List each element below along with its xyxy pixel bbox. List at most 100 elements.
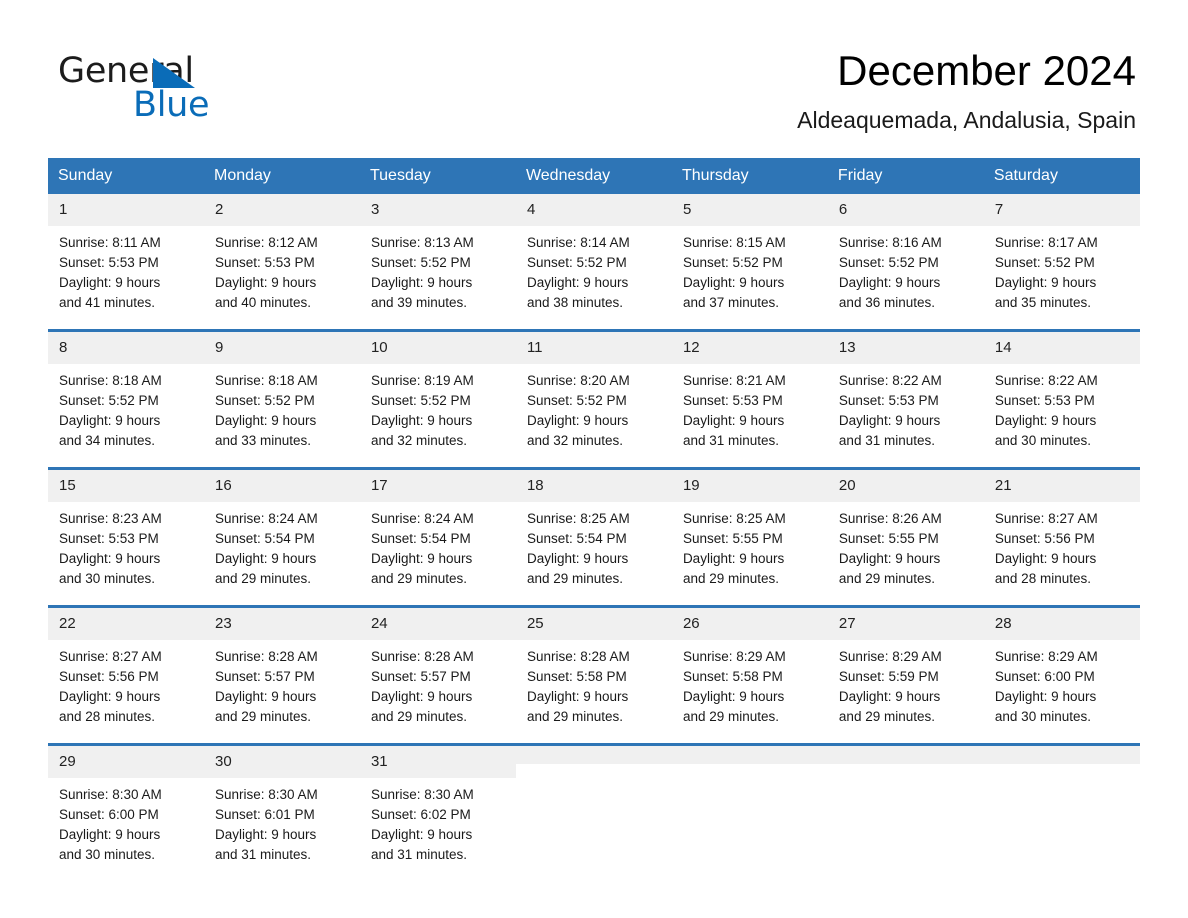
sunset-text: Sunset: 5:52 PM (214, 393, 315, 408)
calendar-grid: Sunday Monday Tuesday Wednesday Thursday… (48, 158, 1140, 881)
daylight-text-line2: and 30 minutes. (994, 709, 1091, 724)
sunrise-text: Sunrise: 8:29 AM (682, 649, 786, 664)
day-cell[interactable]: 23 Sunrise: 8:28 AM Sunset: 5:57 PM Dayl… (203, 605, 360, 745)
sunrise-text: Sunrise: 8:19 AM (370, 373, 474, 388)
day-cell[interactable]: 21 Sunrise: 8:27 AM Sunset: 5:56 PM Dayl… (983, 467, 1140, 607)
day-number: 14 (983, 332, 1140, 364)
sunrise-text: Sunrise: 8:26 AM (838, 511, 942, 526)
day-number: 23 (203, 608, 360, 640)
sunrise-text: Sunrise: 8:30 AM (214, 787, 318, 802)
sunset-text: Sunset: 5:52 PM (838, 255, 939, 270)
sunrise-text: Sunrise: 8:16 AM (838, 235, 942, 250)
daylight-text-line1: Daylight: 9 hours (994, 689, 1097, 704)
day-number: 31 (359, 746, 516, 778)
daylight-text-line2: and 29 minutes. (682, 571, 779, 586)
day-cell[interactable]: 19 Sunrise: 8:25 AM Sunset: 5:55 PM Dayl… (671, 467, 828, 607)
day-cell[interactable]: 14 Sunrise: 8:22 AM Sunset: 5:53 PM Dayl… (983, 329, 1140, 469)
sunset-text: Sunset: 5:53 PM (59, 255, 159, 270)
day-cell[interactable]: 20 Sunrise: 8:26 AM Sunset: 5:55 PM Dayl… (827, 467, 984, 607)
day-number: 11 (515, 332, 672, 364)
calendar-table: Sunday Monday Tuesday Wednesday Thursday… (48, 158, 1140, 881)
daylight-text-line1: Daylight: 9 hours (994, 275, 1097, 290)
day-cell[interactable]: 6 Sunrise: 8:16 AM Sunset: 5:52 PM Dayli… (827, 194, 984, 331)
sunset-text: Sunset: 5:54 PM (526, 531, 627, 546)
day-cell[interactable]: 30 Sunrise: 8:30 AM Sunset: 6:01 PM Dayl… (203, 743, 360, 881)
day-info: Sunrise: 8:28 AM Sunset: 5:57 PM Dayligh… (360, 640, 516, 743)
week-row: 8 Sunrise: 8:18 AM Sunset: 5:52 PM Dayli… (48, 329, 1140, 469)
day-cell[interactable]: 18 Sunrise: 8:25 AM Sunset: 5:54 PM Dayl… (515, 467, 672, 607)
day-cell[interactable]: 26 Sunrise: 8:29 AM Sunset: 5:58 PM Dayl… (671, 605, 828, 745)
sunset-text: Sunset: 5:57 PM (370, 669, 471, 684)
daylight-text-line2: and 28 minutes. (994, 571, 1091, 586)
sunrise-text: Sunrise: 8:27 AM (59, 649, 162, 664)
week-row: 1 Sunrise: 8:11 AM Sunset: 5:53 PM Dayli… (48, 194, 1140, 331)
sunrise-text: Sunrise: 8:14 AM (526, 235, 630, 250)
sunrise-text: Sunrise: 8:15 AM (682, 235, 786, 250)
day-cell[interactable]: 16 Sunrise: 8:24 AM Sunset: 5:54 PM Dayl… (203, 467, 360, 607)
day-number: 30 (203, 746, 360, 778)
day-number (515, 746, 672, 764)
day-cell[interactable]: 13 Sunrise: 8:22 AM Sunset: 5:53 PM Dayl… (827, 329, 984, 469)
day-cell[interactable]: 29 Sunrise: 8:30 AM Sunset: 6:00 PM Dayl… (48, 743, 204, 881)
daylight-text-line2: and 38 minutes. (526, 295, 624, 310)
day-cell[interactable]: 11 Sunrise: 8:20 AM Sunset: 5:52 PM Dayl… (515, 329, 672, 469)
day-cell[interactable]: 25 Sunrise: 8:28 AM Sunset: 5:58 PM Dayl… (515, 605, 672, 745)
title-block: December 2024 Aldeaquemada, Andalusia, S… (797, 46, 1136, 134)
day-info: Sunrise: 8:27 AM Sunset: 5:56 PM Dayligh… (984, 502, 1140, 605)
weekday-header-tuesday: Tuesday (359, 158, 516, 194)
sunset-text: Sunset: 5:53 PM (994, 393, 1095, 408)
day-cell[interactable]: 22 Sunrise: 8:27 AM Sunset: 5:56 PM Dayl… (48, 605, 204, 745)
day-number: 17 (359, 470, 516, 502)
day-cell[interactable]: 3 Sunrise: 8:13 AM Sunset: 5:52 PM Dayli… (359, 194, 516, 331)
day-number: 15 (48, 470, 204, 502)
sunset-text: Sunset: 5:52 PM (526, 393, 627, 408)
day-cell[interactable]: 31 Sunrise: 8:30 AM Sunset: 6:02 PM Dayl… (359, 743, 516, 881)
sunset-text: Sunset: 6:01 PM (214, 807, 315, 822)
day-cell[interactable]: 15 Sunrise: 8:23 AM Sunset: 5:53 PM Dayl… (48, 467, 204, 607)
day-number: 26 (671, 608, 828, 640)
day-number: 6 (827, 194, 984, 226)
sunrise-text: Sunrise: 8:27 AM (994, 511, 1098, 526)
daylight-text-line1: Daylight: 9 hours (370, 827, 473, 842)
day-cell[interactable]: 17 Sunrise: 8:24 AM Sunset: 5:54 PM Dayl… (359, 467, 516, 607)
day-info: Sunrise: 8:27 AM Sunset: 5:56 PM Dayligh… (48, 640, 204, 743)
day-cell[interactable]: 4 Sunrise: 8:14 AM Sunset: 5:52 PM Dayli… (515, 194, 672, 331)
day-info: Sunrise: 8:25 AM Sunset: 5:55 PM Dayligh… (672, 502, 828, 605)
daylight-text-line1: Daylight: 9 hours (59, 551, 161, 566)
day-number: 9 (203, 332, 360, 364)
daylight-text-line2: and 29 minutes. (838, 571, 935, 586)
day-cell[interactable]: 2 Sunrise: 8:12 AM Sunset: 5:53 PM Dayli… (203, 194, 360, 331)
sunset-text: Sunset: 5:57 PM (214, 669, 315, 684)
day-info: Sunrise: 8:30 AM Sunset: 6:00 PM Dayligh… (48, 778, 204, 881)
sunset-text: Sunset: 5:52 PM (526, 255, 627, 270)
daylight-text-line2: and 31 minutes. (214, 847, 312, 862)
daylight-text-line1: Daylight: 9 hours (214, 551, 317, 566)
sunset-text: Sunset: 5:56 PM (994, 531, 1095, 546)
day-number: 21 (983, 470, 1140, 502)
day-cell[interactable]: 7 Sunrise: 8:17 AM Sunset: 5:52 PM Dayli… (983, 194, 1140, 331)
sunrise-text: Sunrise: 8:28 AM (214, 649, 318, 664)
day-cell[interactable]: 5 Sunrise: 8:15 AM Sunset: 5:52 PM Dayli… (671, 194, 828, 331)
calendar-page: General Blue December 2024 Aldeaquemada,… (0, 0, 1188, 918)
sunrise-text: Sunrise: 8:18 AM (214, 373, 318, 388)
day-info: Sunrise: 8:20 AM Sunset: 5:52 PM Dayligh… (516, 364, 672, 467)
day-cell[interactable]: 1 Sunrise: 8:11 AM Sunset: 5:53 PM Dayli… (48, 194, 204, 331)
sunset-text: Sunset: 5:52 PM (682, 255, 783, 270)
day-cell[interactable]: 8 Sunrise: 8:18 AM Sunset: 5:52 PM Dayli… (48, 329, 204, 469)
day-info: Sunrise: 8:19 AM Sunset: 5:52 PM Dayligh… (360, 364, 516, 467)
sunset-text: Sunset: 5:53 PM (59, 531, 159, 546)
day-cell[interactable]: 24 Sunrise: 8:28 AM Sunset: 5:57 PM Dayl… (359, 605, 516, 745)
daylight-text-line2: and 30 minutes. (59, 847, 156, 862)
daylight-text-line2: and 30 minutes. (994, 433, 1091, 448)
daylight-text-line2: and 33 minutes. (214, 433, 312, 448)
day-cell[interactable]: 10 Sunrise: 8:19 AM Sunset: 5:52 PM Dayl… (359, 329, 516, 469)
daylight-text-line1: Daylight: 9 hours (838, 689, 941, 704)
sunset-text: Sunset: 6:00 PM (59, 807, 159, 822)
day-cell[interactable]: 28 Sunrise: 8:29 AM Sunset: 6:00 PM Dayl… (983, 605, 1140, 745)
day-cell[interactable]: 9 Sunrise: 8:18 AM Sunset: 5:52 PM Dayli… (203, 329, 360, 469)
day-info: Sunrise: 8:11 AM Sunset: 5:53 PM Dayligh… (48, 226, 204, 329)
day-cell[interactable]: 12 Sunrise: 8:21 AM Sunset: 5:53 PM Dayl… (671, 329, 828, 469)
day-cell[interactable]: 27 Sunrise: 8:29 AM Sunset: 5:59 PM Dayl… (827, 605, 984, 745)
day-number: 12 (671, 332, 828, 364)
daylight-text-line1: Daylight: 9 hours (526, 413, 629, 428)
